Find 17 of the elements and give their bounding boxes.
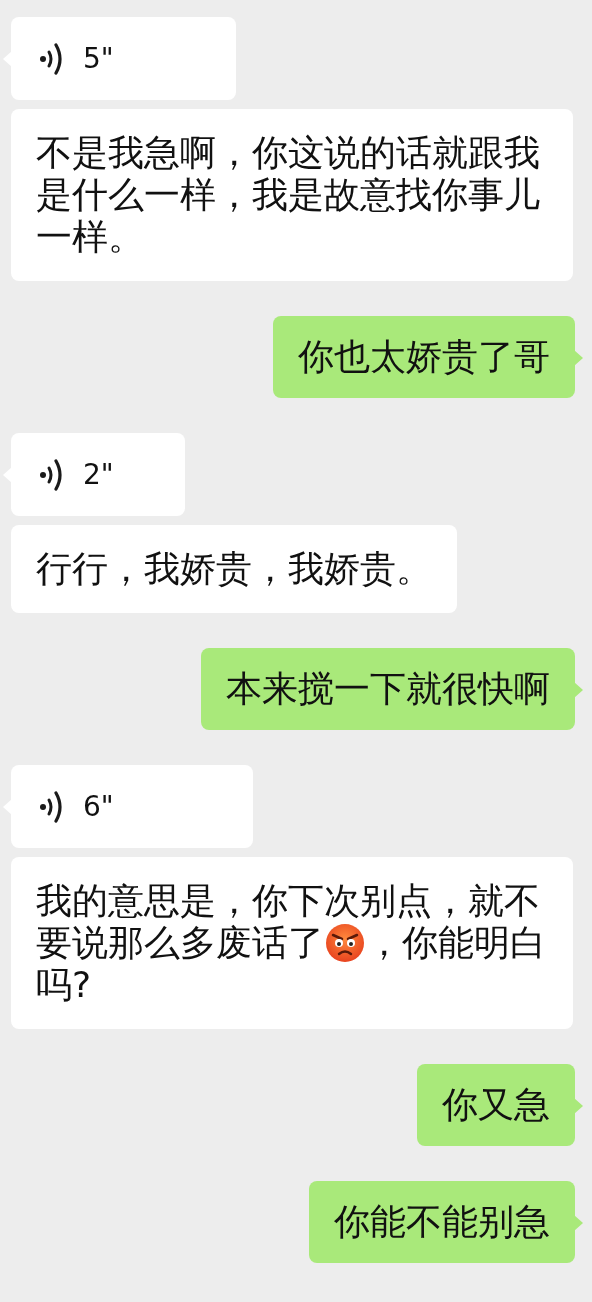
voice-message-bubble[interactable]: 2"	[11, 433, 185, 516]
message-text: 你能不能别急	[334, 1201, 550, 1243]
message-text: 我的意思是，你下次别点，就不要说那么多废话了 ，你能明白吗?	[36, 880, 547, 1006]
voice-duration: 2"	[83, 456, 114, 493]
voice-message-bubble[interactable]: 5"	[11, 17, 236, 100]
voice-wave-icon	[39, 41, 65, 76]
message-text: 不是我急啊，你这说的话就跟我是什么一样，我是故意找你事儿一样。	[36, 132, 541, 258]
message-text: 你又急	[442, 1084, 550, 1126]
voice-wave-icon	[39, 789, 65, 824]
message-text: 你也太娇贵了哥	[298, 336, 550, 378]
voice-wave-icon	[39, 457, 65, 492]
angry-emoji-icon	[325, 923, 365, 963]
voice-duration: 6"	[83, 788, 114, 825]
voice-duration: 5"	[83, 40, 114, 77]
message-text: 行行，我娇贵，我娇贵。	[36, 548, 432, 590]
message-text: 本来搅一下就很快啊	[226, 668, 550, 710]
voice-message-bubble[interactable]: 6"	[11, 765, 253, 848]
